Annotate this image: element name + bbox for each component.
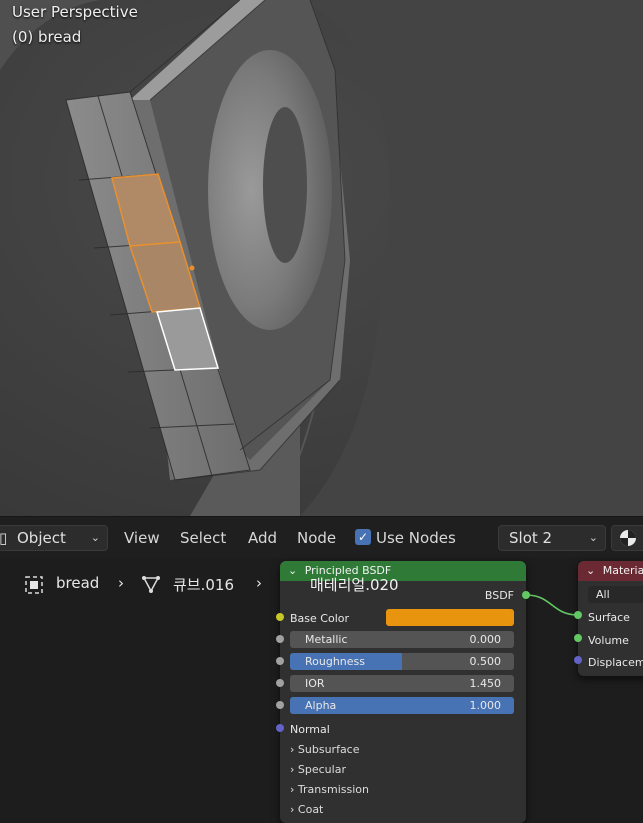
- surface-socket[interactable]: [574, 611, 582, 619]
- bsdf-output-socket[interactable]: [522, 591, 530, 599]
- object-mode-icon: ▯: [0, 529, 8, 547]
- output-target-value: All: [596, 588, 610, 601]
- ior-label: IOR: [305, 677, 325, 690]
- viewport-scene[interactable]: [0, 0, 643, 516]
- viewport-title: User Perspective: [12, 3, 138, 21]
- breadcrumb-chevron-icon: ›: [118, 574, 124, 592]
- ior-socket[interactable]: [276, 679, 284, 687]
- output-target-dropdown[interactable]: All: [588, 586, 643, 603]
- menu-add[interactable]: Add: [248, 517, 277, 559]
- volume-input-label: Volume: [588, 634, 629, 647]
- subpanel-specular[interactable]: › Specular: [290, 763, 346, 776]
- collapse-chevron-icon[interactable]: ⌄: [288, 564, 297, 577]
- alpha-field[interactable]: Alpha 1.000: [290, 697, 514, 714]
- material-output-node[interactable]: ⌄ Materia All Surface Volume Displacem: [578, 561, 643, 676]
- base-color-label: Base Color: [290, 612, 350, 625]
- subpanel-transmission[interactable]: › Transmission: [290, 783, 369, 796]
- roughness-label: Roughness: [305, 655, 366, 668]
- 3d-viewport[interactable]: User Perspective (0) bread: [0, 0, 643, 516]
- menu-view[interactable]: View: [124, 517, 160, 559]
- expand-chevron-icon: ›: [290, 803, 295, 816]
- displacement-input-label: Displacem: [588, 656, 643, 669]
- ior-field[interactable]: IOR 1.450: [290, 675, 514, 692]
- ior-value: 1.450: [469, 677, 502, 690]
- node-editor-header: ▯ Object ⌄ View Select Add Node ✓ Use No…: [0, 516, 643, 559]
- collapse-chevron-icon[interactable]: ⌄: [586, 564, 595, 577]
- roughness-socket[interactable]: [276, 657, 284, 665]
- subpanel-label: Specular: [297, 763, 346, 776]
- expand-chevron-icon: ›: [290, 763, 295, 776]
- metallic-field[interactable]: Metallic 0.000: [290, 631, 514, 648]
- menu-select[interactable]: Select: [180, 517, 226, 559]
- principled-bsdf-node[interactable]: ⌄ Principled BSDF BSDF 매테리얼.020 Base Col…: [280, 561, 526, 823]
- subpanel-coat[interactable]: › Coat: [290, 803, 323, 816]
- displacement-socket[interactable]: [574, 656, 582, 664]
- alpha-value: 1.000: [469, 699, 502, 712]
- volume-socket[interactable]: [574, 634, 582, 642]
- bsdf-output-label: BSDF: [484, 589, 514, 602]
- breadcrumb-mesh[interactable]: 큐브.016: [173, 574, 234, 595]
- subpanel-label: Coat: [297, 803, 324, 816]
- menu-node[interactable]: Node: [297, 517, 336, 559]
- node-header[interactable]: ⌄ Materia: [578, 561, 643, 581]
- viewport-object-info: (0) bread: [12, 28, 82, 46]
- node-canvas[interactable]: bread › 큐브.016 › ⌄ Principled BSDF BSDF …: [0, 558, 643, 823]
- metallic-value: 0.000: [469, 633, 502, 646]
- slot-dropdown[interactable]: Slot 2 ⌄: [498, 525, 606, 551]
- mesh-icon: [142, 576, 160, 593]
- chevron-down-icon: ⌄: [90, 531, 100, 544]
- use-nodes-checkbox[interactable]: ✓: [355, 529, 371, 545]
- object-icon: [25, 576, 43, 594]
- slot-label: Slot 2: [509, 529, 553, 547]
- alpha-label: Alpha: [305, 699, 337, 712]
- use-nodes-label: Use Nodes: [376, 529, 456, 547]
- breadcrumb-material[interactable]: 매테리얼.020: [310, 574, 399, 595]
- expand-chevron-icon: ›: [290, 783, 295, 796]
- alpha-socket[interactable]: [276, 701, 284, 709]
- roughness-value: 0.500: [469, 655, 502, 668]
- metallic-socket[interactable]: [276, 635, 284, 643]
- subpanel-subsurface[interactable]: › Subsurface: [290, 743, 360, 756]
- roughness-field[interactable]: Roughness 0.500: [290, 653, 514, 670]
- breadcrumb-chevron-icon: ›: [256, 574, 262, 592]
- material-browse-button[interactable]: [611, 525, 643, 551]
- surface-input-label: Surface: [588, 611, 630, 624]
- metallic-label: Metallic: [305, 633, 348, 646]
- base-color-swatch[interactable]: [386, 609, 514, 626]
- material-sphere-icon: [620, 530, 636, 546]
- subpanel-label: Subsurface: [297, 743, 360, 756]
- subpanel-label: Transmission: [297, 783, 369, 796]
- base-color-socket[interactable]: [276, 613, 284, 621]
- breadcrumb-object[interactable]: bread: [56, 574, 99, 592]
- mode-label: Object: [17, 529, 66, 547]
- mode-dropdown[interactable]: ▯ Object ⌄: [0, 525, 108, 551]
- normal-socket[interactable]: [276, 724, 284, 732]
- node-title: Materia: [602, 564, 643, 577]
- chevron-down-icon: ⌄: [588, 531, 598, 544]
- expand-chevron-icon: ›: [290, 743, 295, 756]
- normal-label: Normal: [290, 723, 330, 736]
